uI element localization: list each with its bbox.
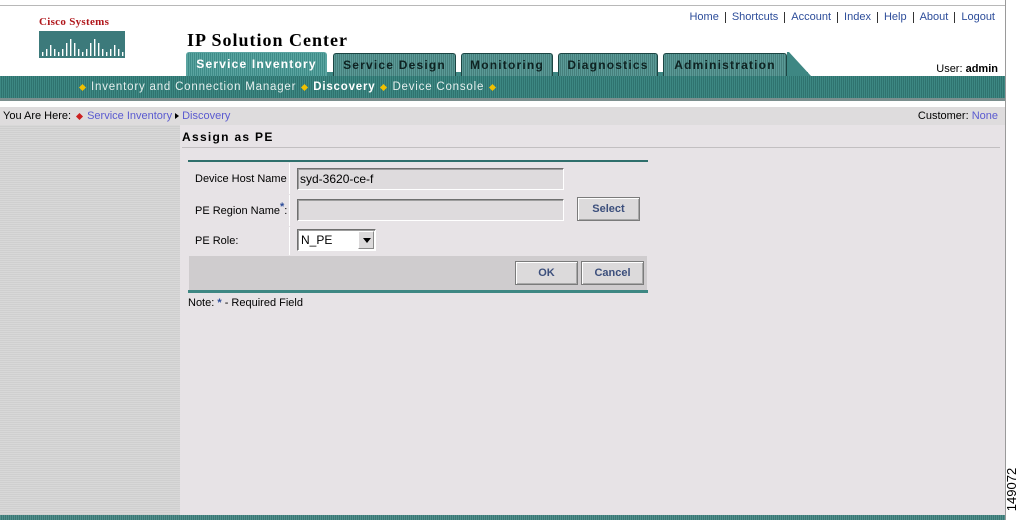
note-star: * [217,297,222,309]
device-host-name-cell: syd-3620-ce-f [290,163,647,194]
tab-monitoring[interactable]: Monitoring [461,53,553,76]
tab-service-inventory[interactable]: Service Inventory [186,52,327,76]
figure-id-text: 149072 [1004,467,1020,512]
breadcrumb-discovery[interactable]: Discovery [182,110,230,122]
red-diamond-icon [76,112,84,120]
diamond-icon [78,83,87,91]
customer-value-link[interactable]: None [972,110,998,122]
note-text: - Required Field [224,297,303,309]
title-divider [182,147,1000,148]
tab-administration[interactable]: Administration [663,53,787,76]
link-logout[interactable]: Logout [961,11,995,23]
subnav-items: Inventory and Connection Manager Discove… [74,80,501,94]
row-pe-role: PE Role: N_PE [189,227,647,255]
ok-button[interactable]: OK [515,261,578,285]
breadcrumb-service-inventory[interactable]: Service Inventory [87,110,172,122]
link-separator [837,11,839,23]
page-title: Assign as PE [182,130,274,144]
user-name: admin [965,63,998,75]
device-host-name-label-text: Device Host Name [195,172,287,185]
link-account[interactable]: Account [791,11,831,23]
pe-region-name-cell: Select [290,195,647,226]
form-bottom-border [188,290,648,293]
app-title: IP Solution Center [187,30,349,50]
chevron-down-icon[interactable] [358,231,374,249]
pe-role-selected-value: N_PE [301,233,333,247]
customer-info: Customer: None [918,110,998,122]
assign-pe-form: Device Host Name syd-3620-ce-f PE Region… [188,160,648,294]
diamond-icon [380,83,388,91]
pe-region-name-label: PE Region Name *: [189,195,289,226]
select-button[interactable]: Select [577,197,640,221]
diamond-icon [489,83,497,91]
top-rule [0,5,1005,6]
logo-bars-icon [39,31,125,58]
breadcrumb: You Are Here: Service Inventory Discover… [3,110,230,122]
link-separator [954,11,956,23]
pe-role-select[interactable]: N_PE [297,229,376,251]
form-top-border [188,160,648,162]
pe-role-label-text: PE Role: [195,235,239,247]
pe-region-name-field[interactable] [297,199,564,221]
logo-text: Cisco Systems [39,16,110,28]
customer-label: Customer: [917,110,969,122]
user-label: User: [936,63,963,75]
left-pane [0,125,180,520]
tab-bar-end [787,52,811,76]
device-host-name-field[interactable]: syd-3620-ce-f [297,168,564,190]
subnav-device-console[interactable]: Device Console [392,81,484,93]
subnav-underline [0,98,1005,101]
cancel-button[interactable]: Cancel [581,261,644,285]
link-help[interactable]: Help [884,11,907,23]
required-star: * [280,200,285,213]
window-right-edge [1005,0,1006,520]
tab-diagnostics[interactable]: Diagnostics [558,53,658,76]
tab-service-design[interactable]: Service Design [333,53,456,76]
link-separator [724,11,726,23]
link-separator [784,11,786,23]
required-field-note: Note: * - Required Field [188,297,303,309]
form-actions: OK Cancel [189,256,647,290]
pe-role-cell: N_PE [290,227,647,255]
pe-region-name-label-text: PE Region Name [195,204,280,217]
figure-id: 149072 [1004,466,1024,514]
pe-role-label: PE Role: [189,227,289,255]
app-window: Cisco Systems IP Solution Center Home Sh… [0,0,1005,520]
link-home[interactable]: Home [689,11,718,23]
row-device-host-name: Device Host Name syd-3620-ce-f [189,163,647,194]
user-info: User: admin [936,63,998,75]
device-host-name-label: Device Host Name [189,163,289,194]
breadcrumb-prefix: You Are Here: [3,110,72,122]
link-index[interactable]: Index [844,11,871,23]
link-about[interactable]: About [920,11,949,23]
subnav-discovery[interactable]: Discovery [313,81,375,93]
pe-region-name-label-colon: : [284,204,288,217]
link-shortcuts[interactable]: Shortcuts [732,11,778,23]
top-links: Home Shortcuts Account Index Help About … [689,11,995,23]
note-prefix: Note: [188,297,215,309]
diamond-icon [301,83,309,91]
subnav-inventory-connection-manager[interactable]: Inventory and Connection Manager [91,81,296,93]
row-pe-region-name: PE Region Name *: Select [189,195,647,226]
bottom-strip [0,515,1005,520]
link-separator [876,11,878,23]
link-separator [912,11,914,23]
cisco-logo: Cisco Systems [38,14,128,62]
arrow-right-icon [175,113,180,119]
